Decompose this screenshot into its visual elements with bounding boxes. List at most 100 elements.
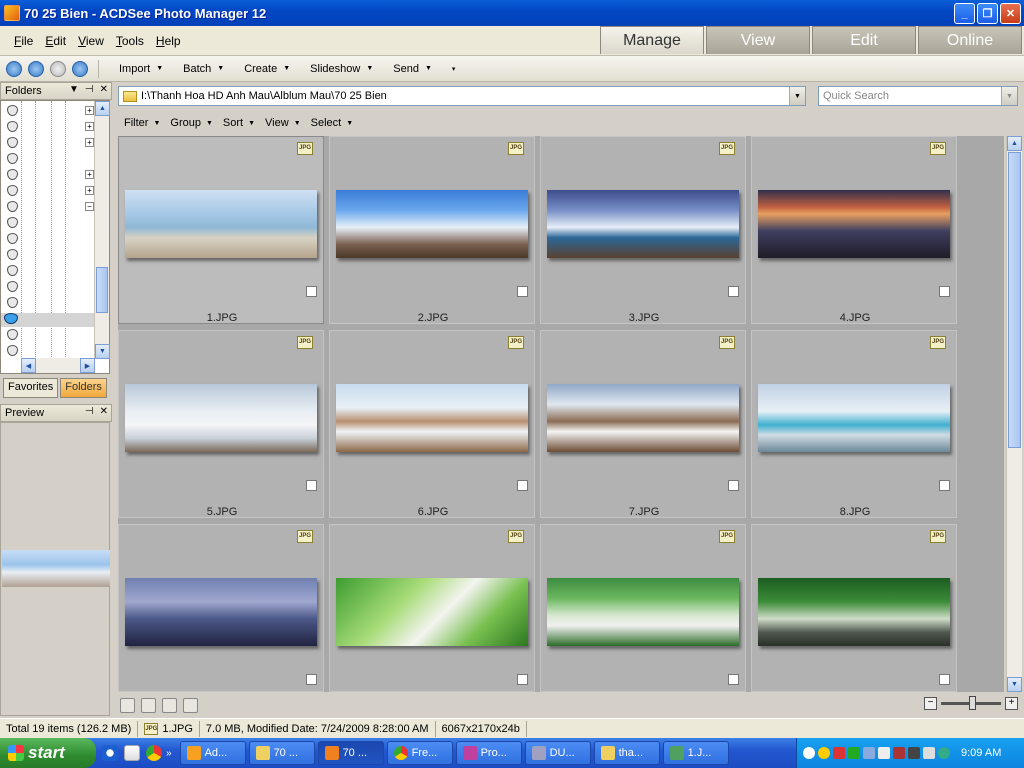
menu-file[interactable]: File <box>8 34 39 48</box>
tray-app-icon[interactable] <box>848 747 860 759</box>
thumbnail-item[interactable]: JPG 6.JPG <box>329 330 535 518</box>
tray-app-icon[interactable] <box>923 747 935 759</box>
create-button[interactable]: Create ▼ <box>244 63 290 75</box>
close-icon[interactable]: ✕ <box>100 406 108 417</box>
thumbnail-image[interactable] <box>547 190 739 258</box>
tab-online[interactable]: Online <box>918 26 1022 54</box>
tree-row[interactable] <box>4 345 94 359</box>
close-icon[interactable]: ✕ <box>100 84 108 95</box>
thumbnail-item[interactable]: JPG 4.JPG <box>751 136 957 324</box>
expand-icon[interactable]: + <box>85 170 94 179</box>
menu-help[interactable]: Help <box>150 34 187 48</box>
minimize-button[interactable]: _ <box>954 3 975 24</box>
select-checkbox[interactable] <box>306 674 317 685</box>
sort-button[interactable]: Sort ▼ <box>223 117 255 129</box>
compare-icon[interactable] <box>183 697 198 713</box>
tree-row[interactable]: + <box>4 105 94 119</box>
quicklaunch-overflow-icon[interactable]: » <box>166 748 172 759</box>
task-button-active[interactable]: 70 ... <box>317 741 384 765</box>
quick-search-input[interactable]: Quick Search ▼ <box>818 86 1018 106</box>
tree-row[interactable] <box>4 281 94 295</box>
folders-tree[interactable]: + + + + + − ▲ ▼ ◀ ▶ <box>0 100 110 374</box>
select-checkbox[interactable] <box>939 480 950 491</box>
select-checkbox[interactable] <box>306 480 317 491</box>
maximize-button[interactable]: ❐ <box>977 3 998 24</box>
thumbnail-item[interactable]: JPG 8.JPG <box>751 330 957 518</box>
tree-row[interactable] <box>4 217 94 231</box>
path-bar[interactable]: I:\Thanh Hoa HD Anh Mau\Alblum Mau\70 25… <box>118 86 806 106</box>
thumbnail-item[interactable]: JPG <box>118 524 324 692</box>
thumbnail-image[interactable] <box>547 384 739 452</box>
select-checkbox[interactable] <box>517 286 528 297</box>
pin-icon[interactable]: ⊣ <box>85 84 94 95</box>
smiley-icon[interactable] <box>818 747 830 759</box>
tab-view[interactable]: View <box>706 26 810 54</box>
scroll-up-icon[interactable]: ▲ <box>1007 136 1022 151</box>
ie-icon[interactable] <box>102 745 118 761</box>
thumbnail-item[interactable]: JPG 5.JPG <box>118 330 324 518</box>
tree-row[interactable] <box>4 297 94 311</box>
thumbnail-item[interactable]: JPG <box>751 524 957 692</box>
select-checkbox[interactable] <box>517 480 528 491</box>
thumbnail-item[interactable]: JPG 2.JPG <box>329 136 535 324</box>
scroll-up-icon[interactable]: ▲ <box>95 101 110 116</box>
select-checkbox[interactable] <box>728 480 739 491</box>
thumbnail-image[interactable] <box>336 384 528 452</box>
tray-app-icon[interactable] <box>833 747 845 759</box>
rotate-left-icon[interactable] <box>141 697 156 713</box>
select-checkbox[interactable] <box>728 286 739 297</box>
tree-row[interactable] <box>4 265 94 279</box>
expand-icon[interactable]: − <box>85 202 94 211</box>
select-checkbox[interactable] <box>306 286 317 297</box>
task-button[interactable]: Fre... <box>386 741 453 765</box>
rotate-icon[interactable] <box>120 697 135 713</box>
zoom-slider-thumb[interactable] <box>969 696 976 710</box>
folders-scrollbar[interactable]: ▲ ▼ <box>94 101 110 359</box>
scroll-down-icon[interactable]: ▼ <box>1007 677 1022 692</box>
chevron-down-icon[interactable]: ▼ <box>789 87 805 105</box>
tree-row[interactable] <box>4 233 94 247</box>
up-icon[interactable] <box>72 60 88 77</box>
expand-icon[interactable]: + <box>85 186 94 195</box>
scroll-thumb[interactable] <box>96 267 108 313</box>
thumbnail-image[interactable] <box>758 578 950 646</box>
thumbnail-image[interactable] <box>125 384 317 452</box>
tab-edit[interactable]: Edit <box>812 26 916 54</box>
chevron-down-icon[interactable]: ▼ <box>69 84 79 95</box>
thumbnail-item[interactable]: JPG 3.JPG <box>540 136 746 324</box>
home-icon[interactable] <box>6 60 22 77</box>
thumbnail-item[interactable]: JPG <box>540 524 746 692</box>
rotate-right-icon[interactable] <box>162 697 177 713</box>
batch-button[interactable]: Batch ▼ <box>183 63 224 75</box>
task-button[interactable]: Pro... <box>455 741 522 765</box>
tree-row[interactable] <box>4 329 94 343</box>
notepad-icon[interactable] <box>124 745 140 761</box>
tab-folders[interactable]: Folders <box>60 378 107 398</box>
tree-row[interactable]: + <box>4 137 94 151</box>
tree-row[interactable]: + <box>4 169 94 183</box>
thumbnails-scrollbar[interactable]: ▲ ▼ <box>1006 136 1022 692</box>
thumbnail-item[interactable]: JPG <box>329 524 535 692</box>
select-checkbox[interactable] <box>517 674 528 685</box>
toolbar-overflow-button[interactable]: ▾ <box>452 65 456 73</box>
import-button[interactable]: Import ▼ <box>119 63 163 75</box>
thumbnail-image[interactable] <box>758 190 950 258</box>
group-button[interactable]: Group ▼ <box>170 117 213 129</box>
tree-row[interactable] <box>1 313 95 327</box>
scroll-thumb[interactable] <box>1008 152 1021 448</box>
tray-app-icon[interactable] <box>908 747 920 759</box>
select-checkbox[interactable] <box>939 674 950 685</box>
tray-app-icon[interactable] <box>893 747 905 759</box>
thumbnail-image[interactable] <box>336 190 528 258</box>
thumbnail-item[interactable]: JPG 1.JPG <box>118 136 324 324</box>
filter-button[interactable]: Filter ▼ <box>124 117 160 129</box>
chrome-icon[interactable] <box>146 745 162 761</box>
tree-row[interactable] <box>4 153 94 167</box>
start-button[interactable]: start <box>0 738 96 768</box>
select-button[interactable]: Select ▼ <box>311 117 354 129</box>
send-button[interactable]: Send ▼ <box>393 63 432 75</box>
back-icon[interactable] <box>28 60 44 77</box>
tab-favorites[interactable]: Favorites <box>3 378 59 398</box>
tree-row[interactable]: − <box>4 201 94 215</box>
expand-icon[interactable]: + <box>85 122 94 131</box>
